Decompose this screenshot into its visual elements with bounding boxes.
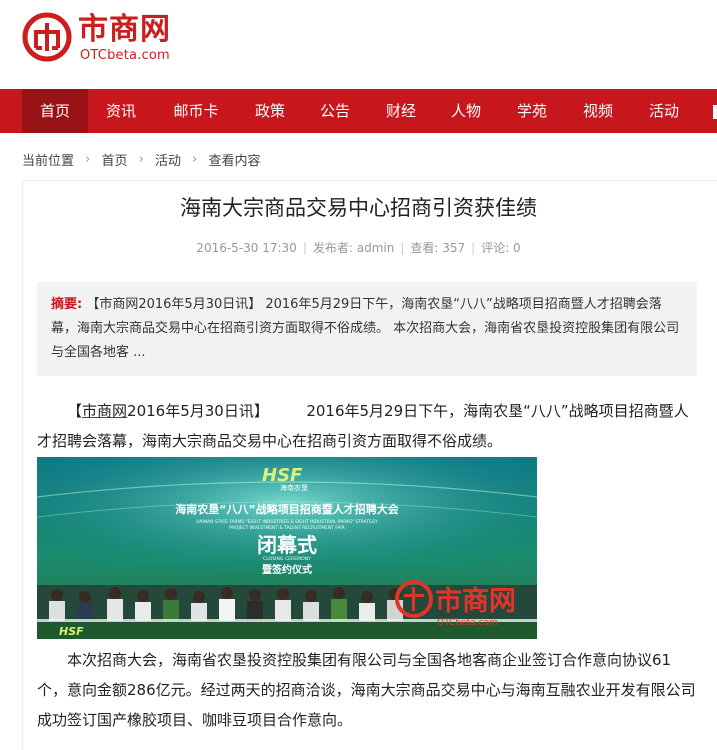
nav-item-finance[interactable]: 财经	[374, 89, 428, 133]
breadcrumb: 当前位置 › 首页 › 活动 › 查看内容	[22, 150, 261, 170]
para1-text: 2016年5月30日讯】 2016年5月29日下午，海南农垦“八八”战略项目招商…	[37, 402, 689, 450]
banner-english-2: PROJECT INVESTMENT & TALENT RECRUITMENT …	[229, 525, 344, 531]
logo-text: 市商网	[78, 12, 171, 47]
closing-ceremony-text: 闭幕式	[257, 533, 317, 557]
para1-bracket: 【	[67, 402, 83, 420]
abstract-text: 【市商网2016年5月30日讯】 2016年5月29日下午，海南农垦“八八”战略…	[51, 297, 680, 360]
logo-emblem-icon	[22, 12, 72, 62]
nav-item-announcements[interactable]: 公告	[308, 89, 362, 133]
hsf-logo-sub: 海南农垦	[280, 483, 308, 492]
source-link[interactable]: 市商网	[82, 402, 127, 420]
article-abstract: 摘要: 【市商网2016年5月30日讯】 2016年5月29日下午，海南农垦“八…	[37, 282, 697, 376]
breadcrumb-home[interactable]: 首页	[102, 150, 128, 169]
nav-item-events[interactable]: 活动	[637, 89, 691, 133]
breadcrumb-label: 当前位置	[22, 154, 75, 169]
event-photo: HSF 海南农垦 海南农垦“八八”战略项目招商暨人才招聘大会 HAINAN ST…	[37, 457, 537, 639]
main-nav: 首页 资讯 邮币卡 政策 公告 财经 人物 学苑 视频 活动	[0, 89, 717, 133]
signing-ceremony-text: 暨签约仪式	[262, 563, 312, 576]
abstract-label: 摘要:	[51, 297, 83, 312]
chevron-right-icon: ›	[85, 152, 91, 167]
banner-english-1: HAINAN STATE FARMS "EIGHT INDUSTRIES & E…	[196, 519, 378, 525]
watermark-domain: OTCbeta.com	[437, 618, 498, 628]
hsf-logo: HSF	[262, 465, 303, 486]
site-logo[interactable]: 市商网 OTCbeta.com	[22, 12, 182, 66]
article-comments[interactable]: 评论: 0	[481, 241, 521, 255]
breadcrumb-events[interactable]: 活动	[155, 150, 181, 169]
nav-item-academy[interactable]: 学苑	[505, 89, 559, 133]
logo-domain: OTCbeta.com	[80, 48, 170, 63]
chevron-right-icon: ›	[192, 152, 198, 167]
chevron-right-icon: ›	[138, 152, 144, 167]
bottom-hsf-logo: HSF	[59, 625, 84, 638]
article-date: 2016-5-30 17:30	[196, 241, 297, 255]
breadcrumb-current: 查看内容	[208, 154, 261, 169]
article-paragraph-2: 本次招商大会，海南省农垦投资控股集团有限公司与全国各地客商企业签订合作意向协议6…	[37, 651, 696, 729]
article-author[interactable]: 发布者: admin	[313, 241, 394, 255]
article-views: 查看: 357	[410, 241, 466, 255]
nav-item-stamps-coins[interactable]: 邮币卡	[163, 89, 229, 133]
site-header: 市商网 OTCbeta.com	[0, 0, 717, 78]
watermark-text: 市商网	[435, 585, 516, 617]
nav-item-news[interactable]: 资讯	[94, 89, 148, 133]
banner-title: 海南农垦“八八”战略项目招商暨人才招聘大会	[175, 502, 399, 516]
nav-item-overflow[interactable]	[704, 89, 717, 133]
nav-item-video[interactable]: 视频	[571, 89, 625, 133]
article-meta: 2016-5-30 17:30 | 发布者: admin | 查看: 357 | 评论: 0	[196, 241, 521, 255]
article-title: 海南大宗商品交易中心招商引资获佳绩	[180, 196, 537, 220]
nav-item-people[interactable]: 人物	[439, 89, 493, 133]
event-photo-image: HSF 海南农垦 海南农垦“八八”战略项目招商暨人才招聘大会 HAINAN ST…	[37, 457, 537, 639]
nav-item-home[interactable]: 首页	[22, 89, 88, 133]
nav-item-policy[interactable]: 政策	[243, 89, 297, 133]
closing-ceremony-en: CLOSING CEREMONY	[263, 556, 311, 562]
article-paragraph: 【市商网2016年5月30日讯】 2016年5月29日下午，海南农垦“八八”战略…	[37, 396, 697, 456]
